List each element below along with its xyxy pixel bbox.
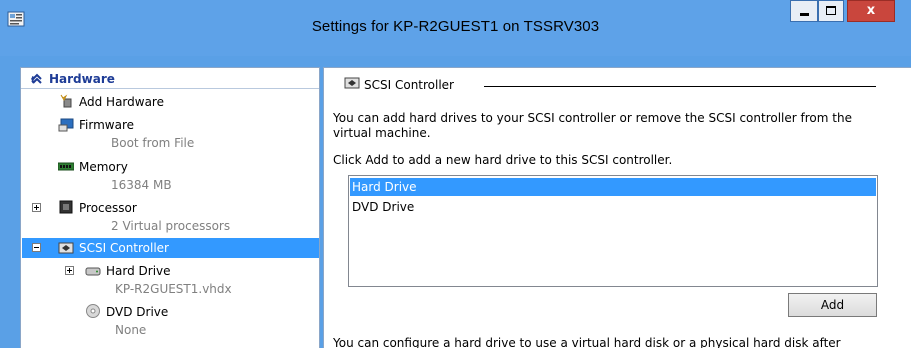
processor-detail: 2 Virtual processors xyxy=(111,219,231,233)
tree-item-processor[interactable]: Processor xyxy=(79,199,137,217)
hardware-group-header[interactable]: ⭽ Hardware xyxy=(31,72,115,88)
add-button[interactable]: Add xyxy=(788,293,877,317)
tree-item-memory[interactable]: Memory xyxy=(79,158,128,176)
hardware-tree[interactable]: ⭽ Hardware Add Hardware Firmware Boot fro… xyxy=(20,67,320,348)
scsi-section-icon xyxy=(344,77,360,89)
maximize-icon xyxy=(826,6,836,15)
close-button[interactable]: x xyxy=(847,0,895,22)
tree-item-add-hardware[interactable]: Add Hardware xyxy=(79,93,164,111)
maximize-button[interactable] xyxy=(818,0,844,22)
memory-icon xyxy=(58,162,74,171)
minimize-button[interactable] xyxy=(790,0,818,22)
dvd-drive-detail: None xyxy=(115,323,147,337)
processor-expand-icon[interactable] xyxy=(32,203,41,212)
drive-type-list[interactable]: Hard Drive DVD Drive xyxy=(348,175,878,287)
close-icon: x xyxy=(866,3,876,18)
tree-item-hard-drive[interactable]: Hard Drive xyxy=(106,262,171,280)
minimize-icon xyxy=(800,13,809,16)
details-pane: SCSI Controller You can add hard drives … xyxy=(323,67,911,348)
instruction-text: Click Add to add a new hard drive to thi… xyxy=(333,153,673,167)
tree-item-dvd-drive[interactable]: DVD Drive xyxy=(106,303,168,321)
list-item-dvd-drive[interactable]: DVD Drive xyxy=(350,198,876,216)
firmware-detail: Boot from File xyxy=(111,136,195,150)
memory-detail: 16384 MB xyxy=(111,178,172,192)
dvd-drive-icon xyxy=(86,304,100,318)
tree-item-scsi-controller[interactable]: SCSI Controller xyxy=(22,238,319,258)
hard-drive-detail: KP-R2GUEST1.vhdx xyxy=(115,282,232,296)
hardware-divider xyxy=(21,88,319,89)
add-hardware-icon xyxy=(60,94,72,108)
scsi-controller-icon xyxy=(58,242,74,254)
hard-drive-icon xyxy=(85,267,101,276)
description-text: You can add hard drives to your SCSI con… xyxy=(333,111,852,140)
hard-drive-expand-icon[interactable] xyxy=(65,266,74,275)
tree-item-firmware[interactable]: Firmware xyxy=(79,116,134,134)
window-title: Settings for KP-R2GUEST1 on TSSRV303 xyxy=(311,18,600,35)
title-bar[interactable]: Settings for KP-R2GUEST1 on TSSRV303 x xyxy=(0,0,911,56)
double-chevron-up-icon[interactable] xyxy=(31,73,43,85)
section-title: SCSI Controller xyxy=(364,78,454,92)
processor-icon xyxy=(59,200,73,214)
list-item-hard-drive[interactable]: Hard Drive xyxy=(350,178,876,196)
firmware-icon xyxy=(58,118,74,132)
section-divider xyxy=(484,86,876,87)
hardware-group-label: Hardware xyxy=(49,72,115,86)
settings-window: Settings for KP-R2GUEST1 on TSSRV303 x ⭽… xyxy=(0,0,911,348)
scsi-collapse-icon[interactable] xyxy=(32,243,41,252)
scsi-controller-label: SCSI Controller xyxy=(79,241,169,255)
footer-text: You can configure a hard drive to use a … xyxy=(333,336,841,348)
